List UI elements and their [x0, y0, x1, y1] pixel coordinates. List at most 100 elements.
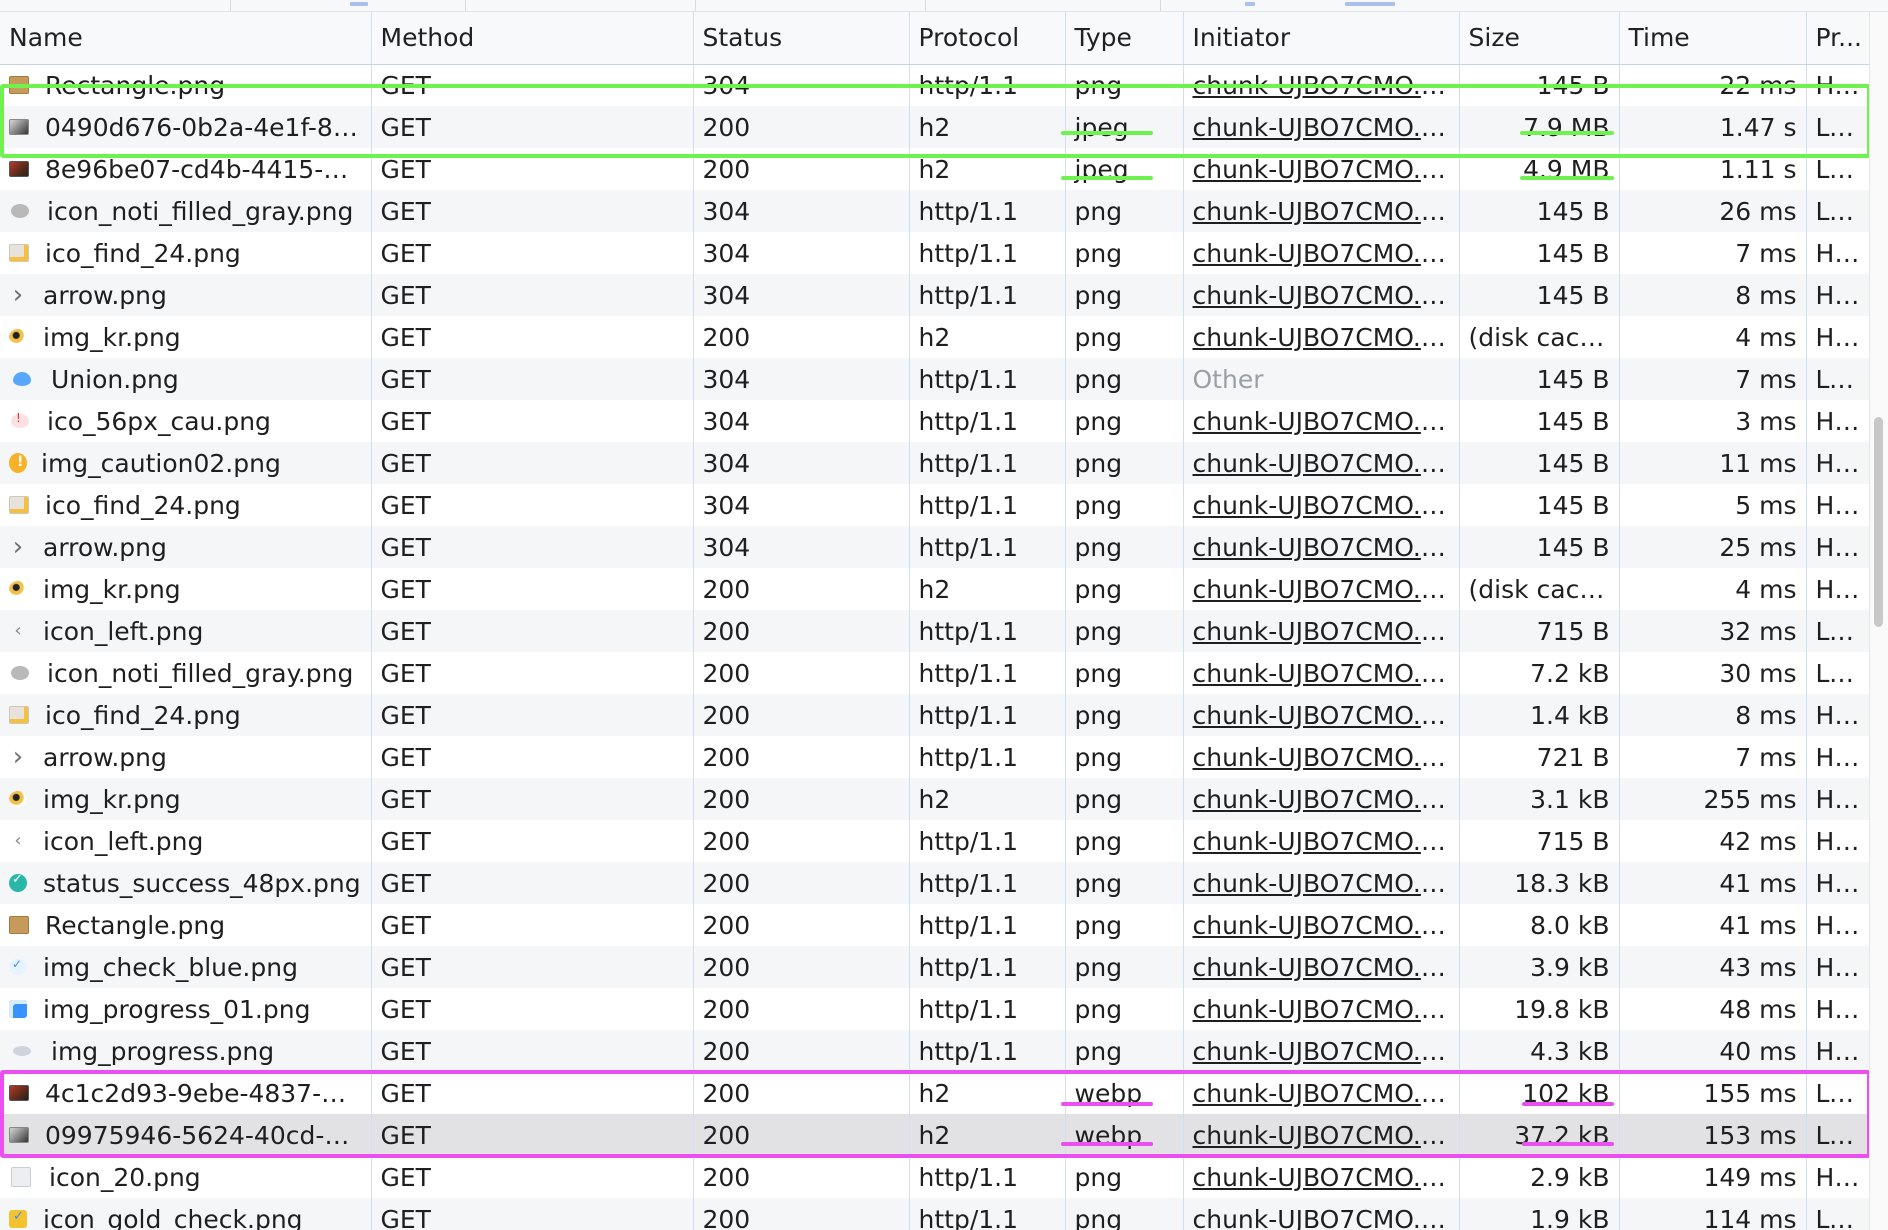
- request-name-cell[interactable]: 09975946-5624-40cd-9...: [0, 1114, 372, 1156]
- request-row[interactable]: img_kr.png GET 200 h2 png chunk-UJBO7CMO.js?v…: [0, 568, 1871, 610]
- initiator-link[interactable]: chunk-UJBO7CMO.js?v:: [1193, 827, 1459, 856]
- request-name-cell[interactable]: img_kr.png: [0, 316, 372, 358]
- column-header-protocol[interactable]: Protocol: [909, 12, 1066, 65]
- request-row[interactable]: icon_noti_filled_gray.png GET 200 http/1.1 p…: [0, 652, 1871, 694]
- request-name-cell[interactable]: img_progress_01.png: [0, 988, 372, 1030]
- request-initiator-cell[interactable]: chunk-UJBO7CMO.js?v:: [1183, 568, 1460, 610]
- request-name-cell[interactable]: › arrow.png: [0, 736, 372, 778]
- request-name-cell[interactable]: status_success_48px.png: [0, 862, 372, 904]
- request-name-cell[interactable]: img_check_blue.png: [0, 946, 372, 988]
- request-row[interactable]: icon_20.png GET 200 http/1.1 png chunk-UJBO7C…: [0, 1156, 1871, 1198]
- request-initiator-cell[interactable]: chunk-UJBO7CMO.js?v:: [1183, 64, 1460, 106]
- initiator-link[interactable]: chunk-UJBO7CMO.js?v:: [1193, 491, 1459, 520]
- request-row[interactable]: › arrow.png GET 200 http/1.1 png chunk-UJBO7CM…: [0, 736, 1871, 778]
- request-name-cell[interactable]: icon_noti_filled_gray.png: [0, 652, 372, 694]
- request-initiator-cell[interactable]: chunk-UJBO7CMO.js?v:: [1183, 1156, 1460, 1198]
- request-initiator-cell[interactable]: chunk-UJBO7CMO.js?v:: [1183, 106, 1460, 148]
- request-initiator-cell[interactable]: chunk-UJBO7CMO.js?v:: [1183, 778, 1460, 820]
- request-row[interactable]: › arrow.png GET 304 http/1.1 png chunk-UJBO7CM…: [0, 274, 1871, 316]
- request-row[interactable]: 09975946-5624-40cd-9... GET 200 h2 webp chunk…: [0, 1114, 1871, 1156]
- initiator-link[interactable]: chunk-UJBO7CMO.js?v:: [1193, 1121, 1459, 1150]
- initiator-link[interactable]: chunk-UJBO7CMO.js?v:: [1193, 281, 1459, 310]
- request-initiator-cell[interactable]: chunk-UJBO7CMO.js?v:: [1183, 904, 1460, 946]
- initiator-link[interactable]: chunk-UJBO7CMO.js?v:: [1193, 1163, 1459, 1192]
- initiator-link[interactable]: chunk-UJBO7CMO.js?v:: [1193, 743, 1459, 772]
- request-initiator-cell[interactable]: chunk-UJBO7CMO.js?v:: [1183, 820, 1460, 862]
- initiator-link[interactable]: chunk-UJBO7CMO.js?v:: [1193, 575, 1459, 604]
- request-row[interactable]: ico_find_24.png GET 304 http/1.1 png chunk-UJ…: [0, 484, 1871, 526]
- column-header-time[interactable]: Time: [1619, 12, 1807, 65]
- request-name-cell[interactable]: icon_noti_filled_gray.png: [0, 190, 372, 232]
- scrollbar-thumb[interactable]: [1874, 417, 1883, 627]
- request-name-cell[interactable]: Rectangle.png: [0, 64, 372, 106]
- request-name-cell[interactable]: icon_gold_check.png: [0, 1198, 372, 1230]
- initiator-link[interactable]: chunk-UJBO7CMO.js?v:: [1193, 617, 1459, 646]
- initiator-link[interactable]: chunk-UJBO7CMO.js?v:: [1193, 407, 1459, 436]
- request-row[interactable]: status_success_48px.png GET200http/1.1png…: [0, 862, 1871, 904]
- request-row[interactable]: ico_find_24.png GET 200 http/1.1 png chunk-UJ…: [0, 694, 1871, 736]
- column-header-method[interactable]: Method: [371, 12, 694, 65]
- request-row[interactable]: img_caution02.png GET304http/1.1png chunk-…: [0, 442, 1871, 484]
- request-row[interactable]: › arrow.png GET 304 http/1.1 png chunk-UJBO7CM…: [0, 526, 1871, 568]
- initiator-link[interactable]: chunk-UJBO7CMO.js?v:: [1193, 197, 1459, 226]
- initiator-link[interactable]: chunk-UJBO7CMO.js?v:: [1193, 1037, 1459, 1066]
- request-name-cell[interactable]: icon_20.png: [0, 1156, 372, 1198]
- column-header-priority[interactable]: Pr...: [1806, 12, 1871, 65]
- column-header-size[interactable]: Size: [1459, 12, 1620, 65]
- request-initiator-cell[interactable]: chunk-UJBO7CMO.js?v:: [1183, 694, 1460, 736]
- initiator-link[interactable]: chunk-UJBO7CMO.js?v:: [1193, 113, 1459, 142]
- request-name-cell[interactable]: ico_find_24.png: [0, 694, 372, 736]
- request-initiator-cell[interactable]: chunk-UJBO7CMO.js?v:: [1183, 316, 1460, 358]
- request-initiator-cell[interactable]: chunk-UJBO7CMO.js?v:: [1183, 862, 1460, 904]
- request-row[interactable]: icon_noti_filled_gray.png GET 304 http/1.1 p…: [0, 190, 1871, 232]
- request-name-cell[interactable]: ‹ icon_left.png: [0, 610, 372, 652]
- request-name-cell[interactable]: img_progress.png: [0, 1030, 372, 1072]
- request-row[interactable]: icon_gold_check.png GET200http/1.1pngchun…: [0, 1198, 1871, 1230]
- request-name-cell[interactable]: img_kr.png: [0, 568, 372, 610]
- request-row[interactable]: ico_find_24.png GET 304 http/1.1 png chunk-UJ…: [0, 232, 1871, 274]
- column-header-name[interactable]: Name: [0, 12, 372, 65]
- request-name-cell[interactable]: ico_56px_cau.png: [0, 400, 372, 442]
- request-row[interactable]: img_progress.png GET 200 http/1.1 png chunk-U…: [0, 1030, 1871, 1072]
- request-name-cell[interactable]: img_caution02.png: [0, 442, 372, 484]
- initiator-link[interactable]: chunk-UJBO7CMO.js?v:: [1193, 953, 1459, 982]
- request-name-cell[interactable]: ‹ icon_left.png: [0, 820, 372, 862]
- request-row[interactable]: img_check_blue.png GET200http/1.1png chunk…: [0, 946, 1871, 988]
- request-initiator-cell[interactable]: chunk-UJBO7CMO.js?v:: [1183, 190, 1460, 232]
- request-initiator-cell[interactable]: chunk-UJBO7CMO.js?v:: [1183, 442, 1460, 484]
- request-initiator-cell[interactable]: chunk-UJBO7CMO.js?v:: [1183, 736, 1460, 778]
- initiator-link[interactable]: chunk-UJBO7CMO.js?v:: [1193, 1205, 1459, 1230]
- initiator-link[interactable]: chunk-UJBO7CMO.js?v:: [1193, 659, 1459, 688]
- request-name-cell[interactable]: Union.png: [0, 358, 372, 400]
- request-initiator-cell[interactable]: chunk-UJBO7CMO.js?v:: [1183, 946, 1460, 988]
- request-row[interactable]: ico_56px_cau.png GET304http/1.1png chunk-U…: [0, 400, 1871, 442]
- column-header-initiator[interactable]: Initiator: [1183, 12, 1460, 65]
- request-initiator-cell[interactable]: chunk-UJBO7CMO.js?v:: [1183, 232, 1460, 274]
- initiator-link[interactable]: chunk-UJBO7CMO.js?v:: [1193, 869, 1459, 898]
- initiator-link[interactable]: chunk-UJBO7CMO.js?v:: [1193, 701, 1459, 730]
- request-row[interactable]: 4c1c2d93-9ebe-4837-92... GET 200 h2 webp chun…: [0, 1072, 1871, 1114]
- request-row[interactable]: ‹ icon_left.png GET 200 http/1.1 png chunk-UJB…: [0, 820, 1871, 862]
- request-initiator-cell[interactable]: chunk-UJBO7CMO.js?v:: [1183, 1114, 1460, 1156]
- initiator-link[interactable]: chunk-UJBO7CMO.js?v:: [1193, 1079, 1459, 1108]
- initiator-link[interactable]: chunk-UJBO7CMO.js?v:: [1193, 995, 1459, 1024]
- request-initiator-cell[interactable]: chunk-UJBO7CMO.js?v:: [1183, 1030, 1460, 1072]
- request-name-cell[interactable]: img_kr.png: [0, 778, 372, 820]
- initiator-link[interactable]: chunk-UJBO7CMO.js?v:: [1193, 239, 1459, 268]
- request-row[interactable]: Union.png GET 304 http/1.1 png Other 145 B7 ms…: [0, 358, 1871, 400]
- request-row[interactable]: 0490d676-0b2a-4e1f-84... GET 200 h2 jpeg chun…: [0, 106, 1871, 148]
- request-initiator-cell[interactable]: chunk-UJBO7CMO.js?v:: [1183, 400, 1460, 442]
- request-row[interactable]: img_kr.png GET 200 h2 png chunk-UJBO7CMO.js?v…: [0, 316, 1871, 358]
- initiator-link[interactable]: chunk-UJBO7CMO.js?v:: [1193, 71, 1459, 100]
- initiator-link[interactable]: chunk-UJBO7CMO.js?v:: [1193, 533, 1459, 562]
- request-initiator-cell[interactable]: chunk-UJBO7CMO.js?v:: [1183, 1072, 1460, 1114]
- request-name-cell[interactable]: ico_find_24.png: [0, 232, 372, 274]
- request-name-cell[interactable]: › arrow.png: [0, 526, 372, 568]
- initiator-link[interactable]: chunk-UJBO7CMO.js?v:: [1193, 155, 1459, 184]
- initiator-link[interactable]: chunk-UJBO7CMO.js?v:: [1193, 911, 1459, 940]
- request-name-cell[interactable]: ico_find_24.png: [0, 484, 372, 526]
- request-initiator-cell[interactable]: chunk-UJBO7CMO.js?v:: [1183, 148, 1460, 190]
- column-header-status[interactable]: Status: [693, 12, 910, 65]
- request-row[interactable]: 8e96be07-cd4b-4415-8a... GET 200 h2 jpeg chun…: [0, 148, 1871, 190]
- request-name-cell[interactable]: 4c1c2d93-9ebe-4837-92...: [0, 1072, 372, 1114]
